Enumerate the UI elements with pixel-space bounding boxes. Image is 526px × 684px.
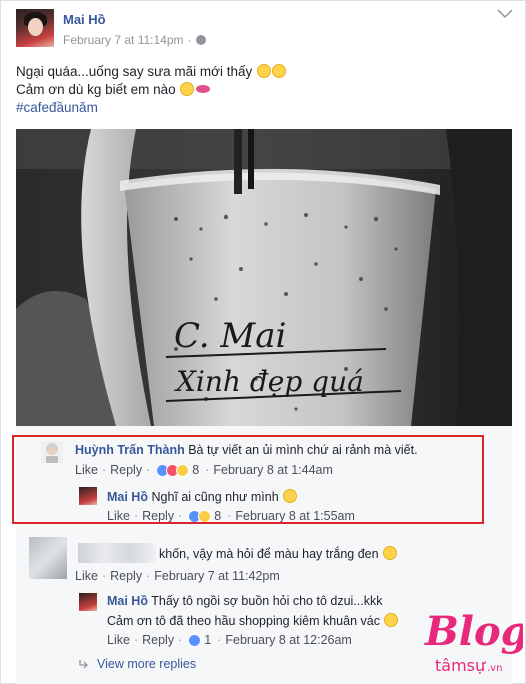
reply-author[interactable]: Mai Hồ [107,594,148,608]
watermark-tld: .vn [487,663,502,674]
reply-time[interactable]: February 8 at 12:26am [225,633,351,647]
reaction-count: 1 [204,633,212,647]
poster-avatar[interactable] [16,9,54,47]
meta-separator: · [187,33,192,47]
view-more-label: View more replies [97,657,197,671]
comment-time[interactable]: February 7 at 11:42pm [154,569,280,583]
reply-body: Mai Hồ Thấy tô ngồi sợ buồn hỏi cho tô d… [107,594,382,608]
like-reaction-icon [188,633,202,647]
reply-text: Thấy tô ngồi sợ buồn hỏi cho tô dzui...k… [151,594,383,608]
blog-tamsu-watermark: Blog tâmsự .vn [424,608,523,675]
blurred-author-name[interactable] [78,543,156,563]
watermark-sub: tâmsự [435,656,486,675]
like-link[interactable]: Like [107,633,130,647]
grin-emoji-icon [384,613,399,627]
highlight-box [12,435,484,524]
globe-icon[interactable] [195,35,206,45]
coffee-cup-photo: C. Mai Xinh đẹp quá [16,129,512,426]
reply-body-line-2: Cảm ơn tô đã theo hầu shopping kiêm khuâ… [107,613,399,628]
reply-actions: Like · Reply · 1 · February 8 at 12:26am [107,633,352,647]
post-timestamp[interactable]: February 7 at 11:14pm [63,33,184,47]
reply-arrow-icon [79,660,88,669]
lips-icon [196,85,211,93]
reply-text: Cảm ơn tô đã theo hầu shopping kiêm khuâ… [107,614,380,628]
hashtag-link[interactable]: #cafeđầunăm [16,99,286,117]
blurred-avatar[interactable] [29,537,67,579]
facebook-post-card: Mai Hồ February 7 at 11:14pm · Ngại quáa… [0,0,526,684]
reply-avatar[interactable] [79,593,97,611]
post-photo[interactable]: C. Mai Xinh đẹp quá [16,129,512,426]
watermark-brand: Blog [424,608,523,655]
flushed-emoji-icon [272,64,287,78]
avatar-face [28,18,43,36]
flushed-emoji-icon [257,64,272,78]
poster-name[interactable]: Mai Hồ [63,12,106,27]
reply-link[interactable]: Reply [110,569,142,583]
like-link[interactable]: Like [75,569,98,583]
view-more-replies[interactable]: View more replies [79,657,196,671]
comment-text: khốn, vậy mà hỏi để màu hay trắng đen [159,547,379,561]
grin-emoji-icon [383,546,398,560]
comment-body: khốn, vậy mà hỏi để màu hay trắng đen [159,546,398,561]
chevron-down-icon[interactable] [497,9,513,19]
reply-link[interactable]: Reply [142,633,174,647]
post-meta: February 7 at 11:14pm · [63,33,206,47]
comment-actions: Like · Reply · February 7 at 11:42pm [75,569,280,583]
reactions-summary[interactable]: 1 [188,633,211,647]
post-line-1: Ngại quáa...uống say sưa mãi mới thấy [16,63,287,81]
photo-text-line-1: C. Mai [174,316,286,356]
post-text: Ngại quáa...uống say sưa mãi mới thấy Cả… [16,63,287,117]
post-line-2: Cảm ơn dù kg biết em nào [16,81,286,99]
grin-emoji-icon [180,82,195,96]
